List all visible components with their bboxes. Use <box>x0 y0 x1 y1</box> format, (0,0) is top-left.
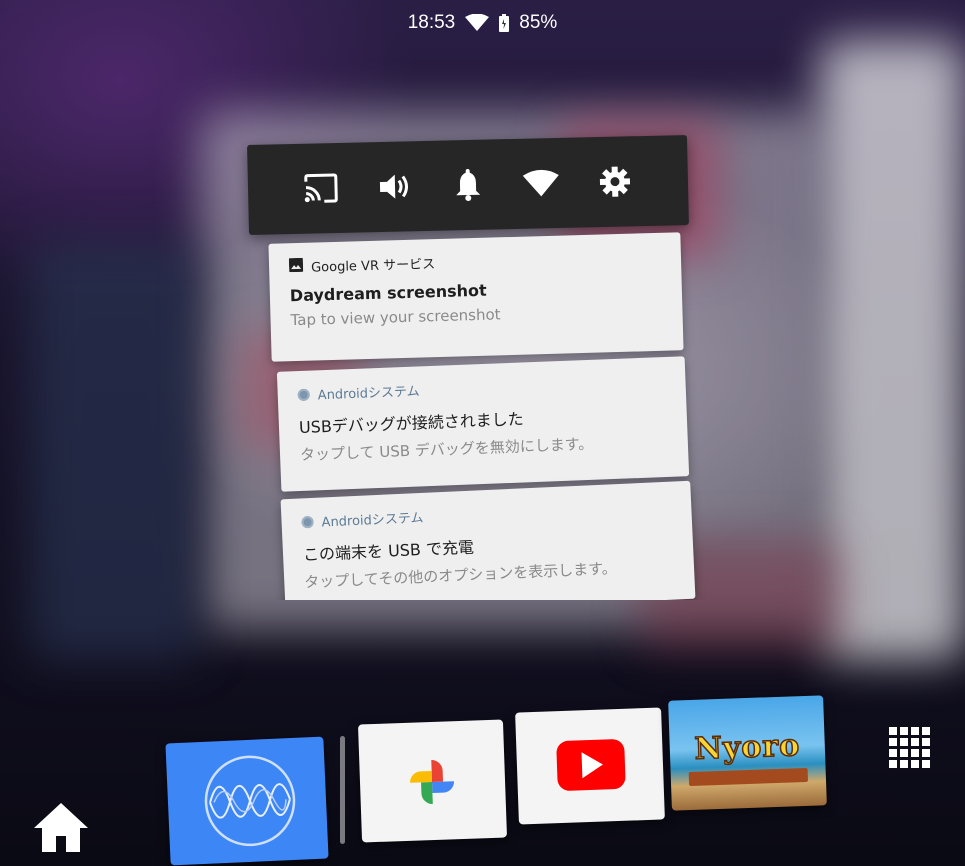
bell-icon[interactable] <box>448 165 489 206</box>
android-system-icon <box>301 515 314 528</box>
battery-percent: 85% <box>519 12 558 33</box>
volume-icon[interactable] <box>374 166 415 207</box>
quick-settings-bar <box>247 135 689 235</box>
notification-app-name: Androidシステム <box>317 384 420 404</box>
status-bar: 18:53 85% <box>0 12 965 34</box>
gear-icon[interactable] <box>594 161 635 202</box>
notification-app-row: Androidシステム <box>301 496 671 532</box>
image-icon <box>288 257 304 275</box>
app-grid-icon[interactable] <box>889 727 930 768</box>
app-tile-google-photos[interactable] <box>357 719 508 843</box>
notification-card[interactable]: Google VR サービス Daydream screenshot Tap t… <box>268 232 684 362</box>
wifi-icon <box>465 14 490 32</box>
notification-app-name: Google VR サービス <box>310 257 436 276</box>
launcher-divider <box>340 736 345 844</box>
notification-title: Daydream screenshot <box>289 280 487 306</box>
waves-icon <box>204 755 296 847</box>
cast-icon[interactable] <box>301 168 342 209</box>
notification-app-row: Google VR サービス <box>288 247 661 276</box>
battery-icon <box>499 14 510 32</box>
app-tile-nyoro-game[interactable]: Nyoro <box>668 695 827 811</box>
android-system-icon <box>297 388 310 401</box>
app-tile-youtube[interactable] <box>515 707 665 825</box>
home-icon[interactable] <box>32 800 90 858</box>
notification-card[interactable]: Androidシステム この端末を USB で充電 タップしてその他のオプション… <box>280 480 696 600</box>
wifi-icon[interactable] <box>521 163 562 204</box>
app-tile-waves[interactable] <box>165 736 329 866</box>
notification-list-clip: Androidシステム この端末を USB で充電 タップしてその他のオプション… <box>270 470 710 600</box>
notification-app-name: Androidシステム <box>321 510 424 531</box>
status-time: 18:53 <box>407 12 456 33</box>
google-photos-icon <box>410 760 455 805</box>
notification-app-row: Androidシステム <box>297 371 665 404</box>
game-subtitle-banner <box>688 767 809 787</box>
youtube-icon <box>556 739 626 791</box>
notification-text: Tap to view your screenshot <box>290 305 501 330</box>
game-title: Nyoro <box>693 727 801 767</box>
